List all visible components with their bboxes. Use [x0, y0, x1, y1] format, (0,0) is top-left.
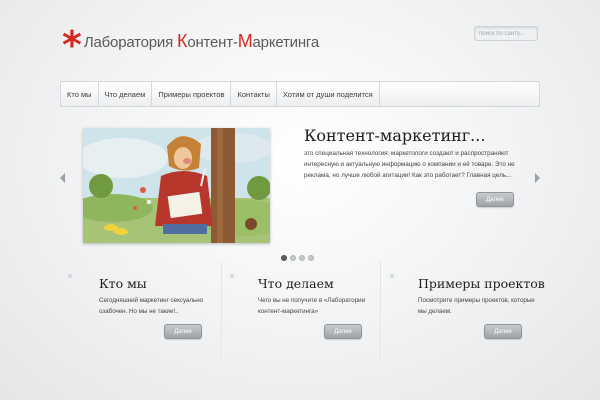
slider-prev-arrow-icon[interactable] [60, 173, 65, 183]
bullet-dot-icon [390, 274, 394, 278]
column-text-services: Чего вы не получите в «Лаборатории конте… [258, 297, 366, 315]
main-nav: Кто мы Что делаем Примеры проектов Конта… [60, 81, 540, 107]
slider-dot[interactable] [281, 255, 287, 261]
header: * Лаборатория Контент-Маркетинга [0, 0, 600, 80]
logo-text: Лаборатория Контент-Маркетинга [83, 30, 320, 51]
nav-item-about[interactable]: Кто мы [61, 82, 99, 106]
slider-pagination [281, 255, 314, 261]
logo-star-icon: * [62, 23, 82, 67]
bullet-dot-icon [68, 274, 72, 278]
column-text-about: Сегодняшний маркетинг сексуально озабоче… [99, 297, 204, 315]
slider-dot[interactable] [290, 255, 296, 261]
column-title-services: Что делаем [258, 276, 334, 291]
nav-item-share[interactable]: Хотим от души поделится [277, 82, 380, 106]
column-divider [380, 262, 382, 360]
nav-item-services[interactable]: Что делаем [99, 82, 153, 106]
nav-item-projects[interactable]: Примеры проектов [152, 82, 232, 106]
bullet-dot-icon [230, 274, 234, 278]
column-text-projects: Посмотрите примеры проектов, которые мы … [418, 297, 535, 315]
column-more-button-projects[interactable]: Далее [484, 324, 522, 339]
slide-title: Контент-маркетинг... [304, 126, 486, 145]
column-divider [221, 262, 223, 360]
slide-more-button[interactable]: Далее [476, 192, 514, 207]
slider-dot[interactable] [308, 255, 314, 261]
nav-item-contacts[interactable]: Контакты [231, 82, 277, 106]
search-input[interactable] [474, 26, 538, 41]
column-more-button-about[interactable]: Далее [164, 324, 202, 339]
slider-dot[interactable] [299, 255, 305, 261]
site-logo[interactable]: * Лаборатория Контент-Маркетинга [62, 24, 320, 64]
slider-next-arrow-icon[interactable] [535, 173, 540, 183]
slide-text: это специальная технология: маркетологи … [304, 150, 515, 179]
column-more-button-services[interactable]: Далее [324, 324, 362, 339]
column-title-about: Кто мы [99, 276, 147, 291]
column-title-projects: Примеры проектов [418, 276, 545, 291]
slide-illustration [83, 128, 270, 243]
